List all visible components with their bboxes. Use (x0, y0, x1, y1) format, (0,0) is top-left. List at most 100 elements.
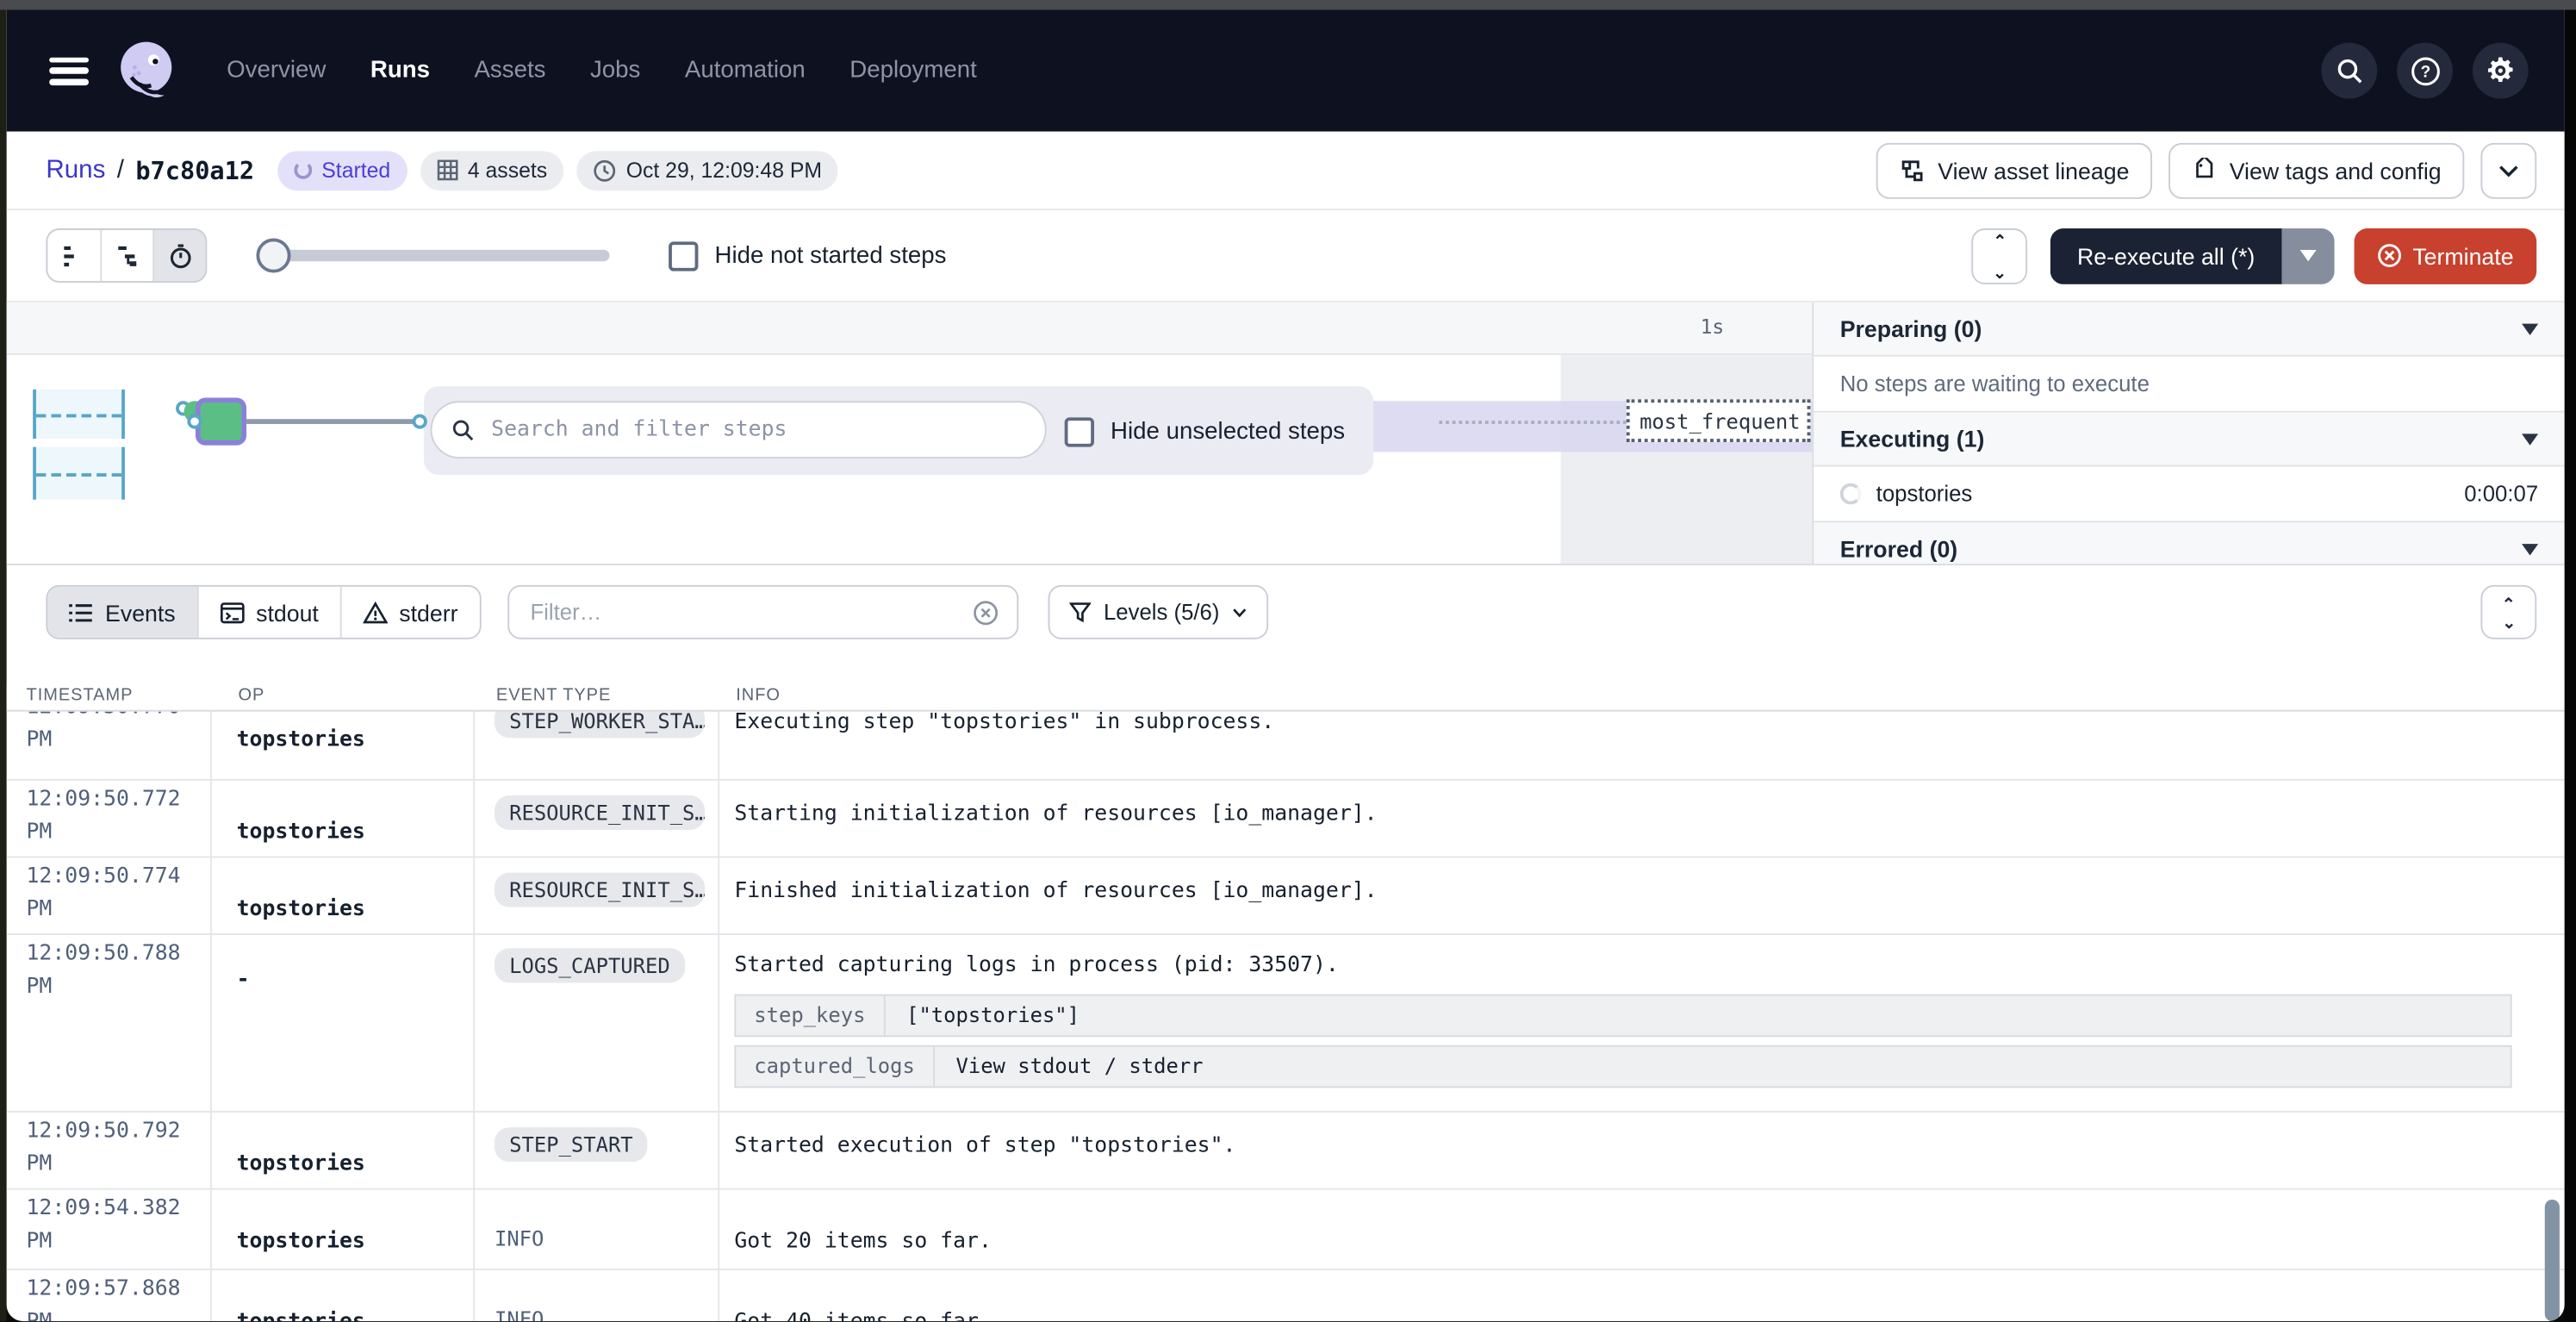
event-row[interactable]: 12:09:50.788PM-LOGS_CAPTUREDStarted capt… (7, 935, 2565, 1113)
gantt-node-most-frequent[interactable]: most_frequent (1627, 399, 1811, 442)
nav-item-overview[interactable]: Overview (227, 58, 326, 84)
step-search-input[interactable] (488, 415, 1025, 443)
events-scrollbar-thumb[interactable] (2545, 1200, 2560, 1321)
nav-item-runs[interactable]: Runs (370, 58, 430, 84)
event-info: Started capturing logs in process (pid: … (718, 935, 2564, 1111)
chevron-down-icon (2522, 323, 2538, 334)
clear-filter-icon[interactable] (972, 599, 999, 626)
log-view-tabs: Eventsstdoutstderr (46, 585, 481, 639)
event-row[interactable]: 12:09:50.774PMtopstoriesRESOURCE_INIT_S…… (7, 857, 2565, 935)
waterfall-view-icon[interactable] (100, 230, 152, 281)
event-op: - (210, 935, 473, 1111)
help-icon[interactable]: ? (2397, 43, 2453, 99)
gantt-view-mode-group (46, 228, 207, 283)
gantt-dotted-connector (1439, 421, 1626, 424)
breadcrumb-separator: / (117, 155, 124, 184)
event-row[interactable]: 12:09:50.770PMtopstoriesSTEP_WORKER_STA…… (7, 712, 2565, 781)
nav-item-jobs[interactable]: Jobs (590, 58, 640, 84)
tab-stderr[interactable]: stderr (340, 587, 480, 638)
dagster-logo-icon (112, 34, 184, 107)
window-scrollbar-track[interactable] (2565, 9, 2576, 1321)
search-icon[interactable] (2321, 43, 2377, 99)
view-stdout-stderr-link[interactable]: View stdout / stderr (935, 1051, 1225, 1083)
hide-unselected-checkbox[interactable] (1065, 417, 1094, 446)
event-info: Got 40 items so far. (718, 1270, 2564, 1321)
nav-item-deployment[interactable]: Deployment (849, 58, 977, 84)
preparing-empty-message: No steps are waiting to execute (1814, 357, 2564, 413)
event-op: topstories (210, 1270, 473, 1321)
event-info: Starting initialization of resources [io… (718, 781, 2564, 857)
levels-dropdown[interactable]: Levels (5/6) (1048, 585, 1269, 639)
gantt-section: 1s (7, 302, 2565, 565)
reexecute-all-button[interactable]: Re-execute all (*) (2051, 228, 2281, 284)
list-icon (69, 601, 94, 624)
gantt-step-running-selected[interactable] (196, 397, 246, 445)
chevron-down-icon (2498, 164, 2518, 177)
flat-view-icon[interactable] (47, 230, 100, 281)
hamburger-menu-icon[interactable] (49, 57, 89, 84)
metadata-key: captured_logs (736, 1047, 934, 1087)
run-id: b7c80a12 (135, 155, 254, 184)
event-op: topstories (210, 712, 473, 779)
top-nav: Overview Runs Assets Jobs Automation Deployme… (7, 9, 2565, 131)
spinner-icon (294, 161, 312, 179)
view-asset-lineage-button[interactable]: View asset lineage (1876, 142, 2152, 198)
nav-item-assets[interactable]: Assets (474, 58, 545, 84)
event-row[interactable]: 12:09:57.868PMtopstoriesINFOGot 40 items… (7, 1270, 2565, 1321)
nav-links: Overview Runs Assets Jobs Automation Deployme… (227, 58, 977, 84)
events-table: TIMESTAMP OP EVENT TYPE INFO 12:09:50.77… (7, 685, 2565, 1321)
event-row[interactable]: 12:09:50.792PMtopstoriesSTEP_STARTStarte… (7, 1113, 2565, 1190)
executing-step-row[interactable]: topstories 0:00:07 (1814, 467, 2564, 523)
time-tick-label: 1s (1701, 315, 1725, 339)
event-type: LOGS_CAPTURED (473, 935, 718, 1111)
gantt-step-not-started[interactable] (33, 390, 125, 439)
elapsed-time: 0:00:07 (2464, 482, 2538, 507)
tab-events[interactable]: Events (47, 587, 196, 638)
hide-not-started-checkbox[interactable] (669, 240, 698, 270)
event-op: topstories (210, 857, 473, 933)
gantt-toolbar: Hide not started steps ⌃⌃ Re-execute all… (7, 210, 2565, 302)
slider-handle[interactable] (256, 238, 290, 272)
hide-not-started-label: Hide not started steps (714, 242, 946, 269)
gantt-time-axis: 1s (7, 302, 1813, 355)
reexecute-split-button: Re-execute all (*) (2051, 228, 2334, 284)
funnel-icon (1069, 602, 1091, 623)
event-row[interactable]: 12:09:50.772PMtopstoriesRESOURCE_INIT_S…… (7, 781, 2565, 858)
breadcrumb-runs-link[interactable]: Runs (46, 155, 105, 184)
log-panel-resize-button[interactable]: ⌃⌃ (2480, 585, 2536, 639)
event-type: STEP_START (473, 1113, 718, 1188)
warning-icon (363, 601, 388, 624)
clock-icon (594, 159, 617, 182)
gantt-zoom-slider[interactable] (256, 238, 609, 272)
start-time-badge: Oct 29, 12:09:48 PM (576, 150, 838, 190)
metadata-row: captured_logsView stdout / stderr (734, 1045, 2511, 1088)
executing-section-header[interactable]: Executing (1) (1814, 413, 2564, 467)
timer-view-icon[interactable] (152, 230, 205, 281)
gantt-future-region (1561, 355, 1813, 564)
reexecute-dropdown-button[interactable] (2281, 228, 2334, 284)
event-op: topstories (210, 781, 473, 857)
header-more-actions-button[interactable] (2480, 142, 2536, 198)
gear-icon[interactable] (2473, 43, 2529, 99)
preparing-section-header[interactable]: Preparing (0) (1814, 302, 2564, 357)
chevron-down-icon (1233, 608, 1248, 617)
terminal-icon (220, 601, 245, 624)
gantt-connector-line (246, 419, 415, 424)
errored-section-header[interactable]: Errored (0) (1814, 522, 2564, 564)
events-table-header: TIMESTAMP OP EVENT TYPE INFO (7, 685, 2565, 712)
event-row[interactable]: 12:09:54.382PMtopstoriesINFOGot 20 items… (7, 1190, 2565, 1270)
gantt-step-not-started[interactable] (33, 447, 125, 500)
nav-item-automation[interactable]: Automation (685, 58, 806, 84)
event-type: INFO (473, 1270, 718, 1321)
expand-collapse-button[interactable]: ⌃⌃ (1972, 228, 2028, 284)
terminate-button[interactable]: Terminate (2354, 228, 2537, 284)
events-table-rows: 12:09:50.770PMtopstoriesSTEP_WORKER_STA…… (7, 712, 2565, 1321)
lineage-icon (1899, 157, 1926, 184)
assets-badge[interactable]: 4 assets (420, 150, 564, 190)
tab-stdout[interactable]: stdout (196, 587, 339, 638)
hide-unselected-label: Hide unselected steps (1111, 419, 1345, 446)
window-frame-left (0, 9, 7, 1321)
svg-text:?: ? (2420, 63, 2430, 81)
log-filter-input[interactable] (527, 598, 973, 626)
view-tags-config-button[interactable]: View tags and config (2168, 142, 2464, 198)
